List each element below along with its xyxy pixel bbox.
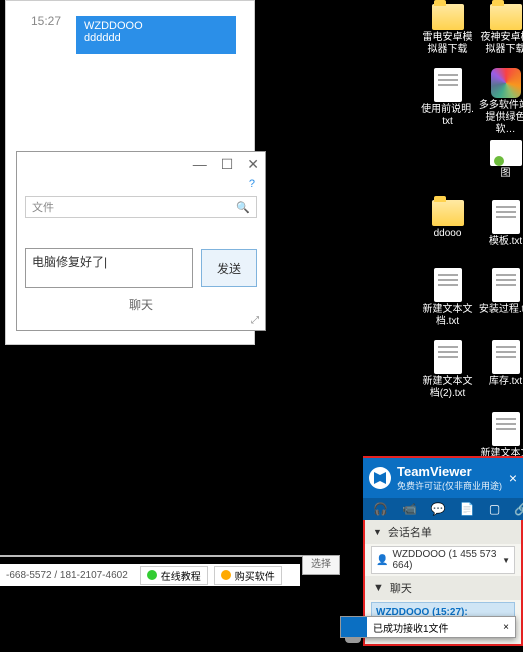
status-dot-icon (147, 570, 157, 580)
message-time: 15:27 (31, 14, 61, 28)
chat-message: WZDDOOO dddddd (76, 16, 236, 54)
headset-icon[interactable]: 🎧 (373, 502, 388, 516)
icon-label: 模板.txt (489, 236, 522, 248)
text-file-icon[interactable] (434, 268, 462, 302)
search-placeholder: 文件 (32, 199, 54, 215)
panel-title: TeamViewer (397, 464, 502, 479)
search-input[interactable]: 文件 🔍 (25, 196, 257, 218)
expand-icon[interactable]: ⤢ (251, 315, 259, 326)
search-icon: 🔍 (236, 201, 250, 214)
file-received-notification: 已成功接收1文件 × (340, 616, 516, 638)
monitor-icon (341, 617, 367, 637)
maximize-button[interactable]: ☐ (221, 156, 234, 173)
chevron-down-icon: ▼ (502, 556, 510, 565)
folder-icon[interactable] (490, 4, 522, 30)
text-file-icon[interactable] (492, 412, 520, 446)
help-icon[interactable]: ? (249, 178, 255, 190)
app-icon[interactable] (491, 68, 521, 98)
minimize-button[interactable]: — (193, 156, 207, 172)
text-file-icon[interactable] (434, 68, 462, 102)
chevron-down-icon: ▼ (373, 582, 384, 594)
text-file-icon[interactable] (434, 340, 462, 374)
online-tutorial-button[interactable]: 在线教程 (140, 566, 208, 585)
coin-icon (221, 570, 231, 580)
video-icon[interactable]: 📹 (402, 502, 417, 516)
image-folder-icon[interactable] (490, 140, 522, 166)
session-list-header[interactable]: ▼会话名单 (365, 520, 521, 544)
icon-label: ddooo (434, 228, 462, 240)
select-box[interactable]: 选择 (302, 555, 340, 575)
divider (0, 555, 340, 557)
panel-subtitle: 免费许可证(仅非商业用途) (397, 479, 502, 492)
session-user[interactable]: 👤 WZDDOOO (1 455 573 664) ▼ (371, 546, 515, 574)
icon-label: 雷电安卓模拟器下载 (420, 32, 475, 56)
icon-label: 新建文本文档(2).txt (420, 376, 475, 400)
folder-icon[interactable] (432, 4, 464, 30)
icon-label: 图 (501, 168, 511, 180)
file-icon[interactable]: 📄 (460, 502, 475, 516)
chevron-down-icon: ▼ (373, 527, 382, 537)
icon-label: 新建文本文档.txt (420, 304, 475, 328)
message-body: dddddd (84, 32, 228, 44)
icon-label: 多多软件站-提供绿色软… (478, 100, 523, 136)
text-file-icon[interactable] (492, 268, 520, 302)
buy-software-button[interactable]: 购买软件 (214, 566, 282, 585)
chat-window: 15:27 WZDDOOO dddddd — ☐ ✕ ? 文件 🔍 电脑修复好了… (5, 0, 255, 345)
bottom-bar: -668-5572 / 181-2107-4602 在线教程 购买软件 (0, 564, 300, 586)
icon-label: 安装过程.txt (479, 304, 523, 316)
close-button[interactable]: ✕ (247, 156, 259, 173)
board-icon[interactable]: ▢ (489, 502, 500, 516)
link-icon[interactable]: 🔗 (514, 502, 523, 516)
close-button[interactable]: × (509, 470, 517, 486)
inner-window: — ☐ ✕ ? 文件 🔍 电脑修复好了| 发送 聊天 ⤢ (16, 151, 266, 331)
notification-text: 已成功接收1文件 (373, 620, 449, 635)
send-button[interactable]: 发送 (201, 249, 257, 287)
folder-icon[interactable] (432, 200, 464, 226)
tab-chat[interactable]: 聊天 (17, 296, 265, 313)
phone-text: -668-5572 / 181-2107-4602 (0, 570, 134, 581)
chat-icon[interactable]: 💬 (431, 502, 446, 516)
icon-label: 使用前说明.txt (420, 104, 475, 128)
chat-section-header[interactable]: ▼聊天 (365, 576, 521, 600)
teamviewer-logo-icon (369, 467, 391, 489)
text-file-icon[interactable] (492, 200, 520, 234)
icon-label: 夜神安卓模拟器下载 (478, 32, 523, 56)
text-file-icon[interactable] (492, 340, 520, 374)
close-button[interactable]: × (497, 622, 515, 633)
message-sender: WZDDOOO (84, 20, 228, 32)
icon-label: 库存.txt (489, 376, 522, 388)
message-input[interactable]: 电脑修复好了| (25, 248, 193, 288)
user-icon: 👤 (376, 555, 388, 566)
